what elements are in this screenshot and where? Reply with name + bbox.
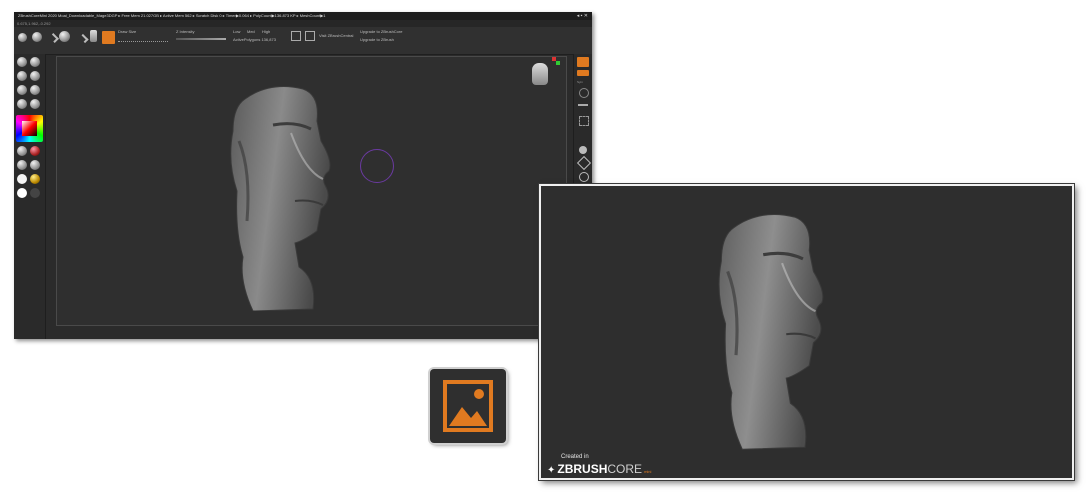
window-controls[interactable]: ◂ ▪ ✕: [577, 12, 588, 20]
brush-standard[interactable]: [17, 57, 27, 67]
sym-label[interactable]: Sym: [577, 80, 583, 84]
lightbox-icon[interactable]: [32, 32, 42, 42]
zbrush-app-window: ZBrushCoreMini 2020 Moai_Downloadable_Ma…: [14, 12, 592, 339]
color-square[interactable]: [22, 121, 37, 136]
material-3[interactable]: [17, 160, 27, 170]
brush-snakehook[interactable]: [30, 99, 40, 109]
brush-cursor: [360, 149, 394, 183]
brush-inflate[interactable]: [17, 71, 27, 81]
upgrade-zbrush-link[interactable]: Upgrade to ZBrush: [360, 37, 394, 42]
rotate-icon[interactable]: [579, 172, 589, 182]
material-gold[interactable]: [30, 174, 40, 184]
coordinate-readout: 0.675,1.962,-0.292: [17, 21, 51, 26]
low-label[interactable]: Low: [233, 29, 240, 34]
arrow-icon[interactable]: [49, 33, 59, 43]
z-intensity-slider[interactable]: [176, 38, 226, 40]
navigation-gizmo-icon[interactable]: [532, 63, 548, 85]
z-intensity-label: Z Intensity: [176, 29, 195, 34]
med-label[interactable]: Med: [247, 29, 255, 34]
brand-wordmark: ✦ ZBRUSHCORE mini: [547, 460, 651, 478]
floor-icon[interactable]: [578, 104, 588, 106]
color-swatch-dark[interactable]: [30, 188, 40, 198]
cylinder-icon[interactable]: [90, 30, 97, 42]
picture-glyph-icon: [443, 380, 493, 432]
zbrush-figure-icon: ✦: [547, 465, 556, 476]
solo-icon[interactable]: [579, 88, 589, 98]
persp-button[interactable]: [577, 57, 589, 67]
high-label[interactable]: High: [262, 29, 270, 34]
draw-size-label: Draw Size: [118, 29, 137, 34]
frame-icon[interactable]: [579, 116, 589, 126]
brush-move[interactable]: [17, 85, 27, 95]
active-polygons: ActivePolygons 136,873: [233, 37, 276, 42]
brush-pinch[interactable]: [30, 71, 40, 81]
draw-size-slider[interactable]: [118, 38, 168, 42]
brand-core: CORE: [607, 462, 643, 476]
moai-sculpt: [230, 86, 331, 311]
material-4[interactable]: [30, 160, 40, 170]
moai-render: [718, 213, 824, 450]
image-export-icon[interactable]: [291, 31, 301, 41]
render-window: Created in ✦ ZBRUSHCORE mini: [539, 184, 1074, 480]
scale-icon[interactable]: [576, 155, 592, 171]
coordinate-bar: 0.675,1.962,-0.292: [14, 20, 592, 27]
image-icon[interactable]: [430, 369, 506, 443]
color-picker[interactable]: [16, 115, 43, 142]
zbrushcore-mini-logo: Created in ✦ ZBRUSHCORE mini: [547, 454, 651, 478]
color-swatch-white[interactable]: [17, 188, 27, 198]
sphere-tool-icon[interactable]: [59, 31, 70, 42]
brush-smooth[interactable]: [30, 85, 40, 95]
brush-claybuild[interactable]: [30, 57, 40, 67]
arrow-icon-2[interactable]: [79, 33, 89, 44]
document-canvas[interactable]: [56, 56, 567, 326]
left-shelf: [14, 54, 46, 339]
zbc-icon[interactable]: [305, 31, 315, 41]
visit-zbrushcentral[interactable]: Visit ZBrushCentral: [319, 33, 353, 38]
floor-button[interactable]: [577, 70, 589, 76]
window-title: ZBrushCoreMini 2020 Moai_Downloadable_Ma…: [18, 13, 326, 18]
draw-mode-button[interactable]: [102, 31, 115, 44]
home-icon[interactable]: [18, 33, 27, 42]
material-white[interactable]: [17, 174, 27, 184]
brand-zbrush: ZBRUSH: [557, 462, 608, 476]
axis-y-icon[interactable]: [556, 61, 560, 65]
move-icon[interactable]: [579, 146, 587, 154]
upgrade-core-link[interactable]: Upgrade to ZBrushCore: [360, 29, 402, 34]
material-matcap[interactable]: [30, 146, 40, 156]
top-toolbar: Draw Size Z Intensity Low Med High Activ…: [14, 27, 592, 55]
material-chrome[interactable]: [17, 146, 27, 156]
brand-mini: mini: [644, 469, 652, 474]
brush-slash[interactable]: [17, 99, 27, 109]
title-bar: ZBrushCoreMini 2020 Moai_Downloadable_Ma…: [14, 12, 592, 20]
